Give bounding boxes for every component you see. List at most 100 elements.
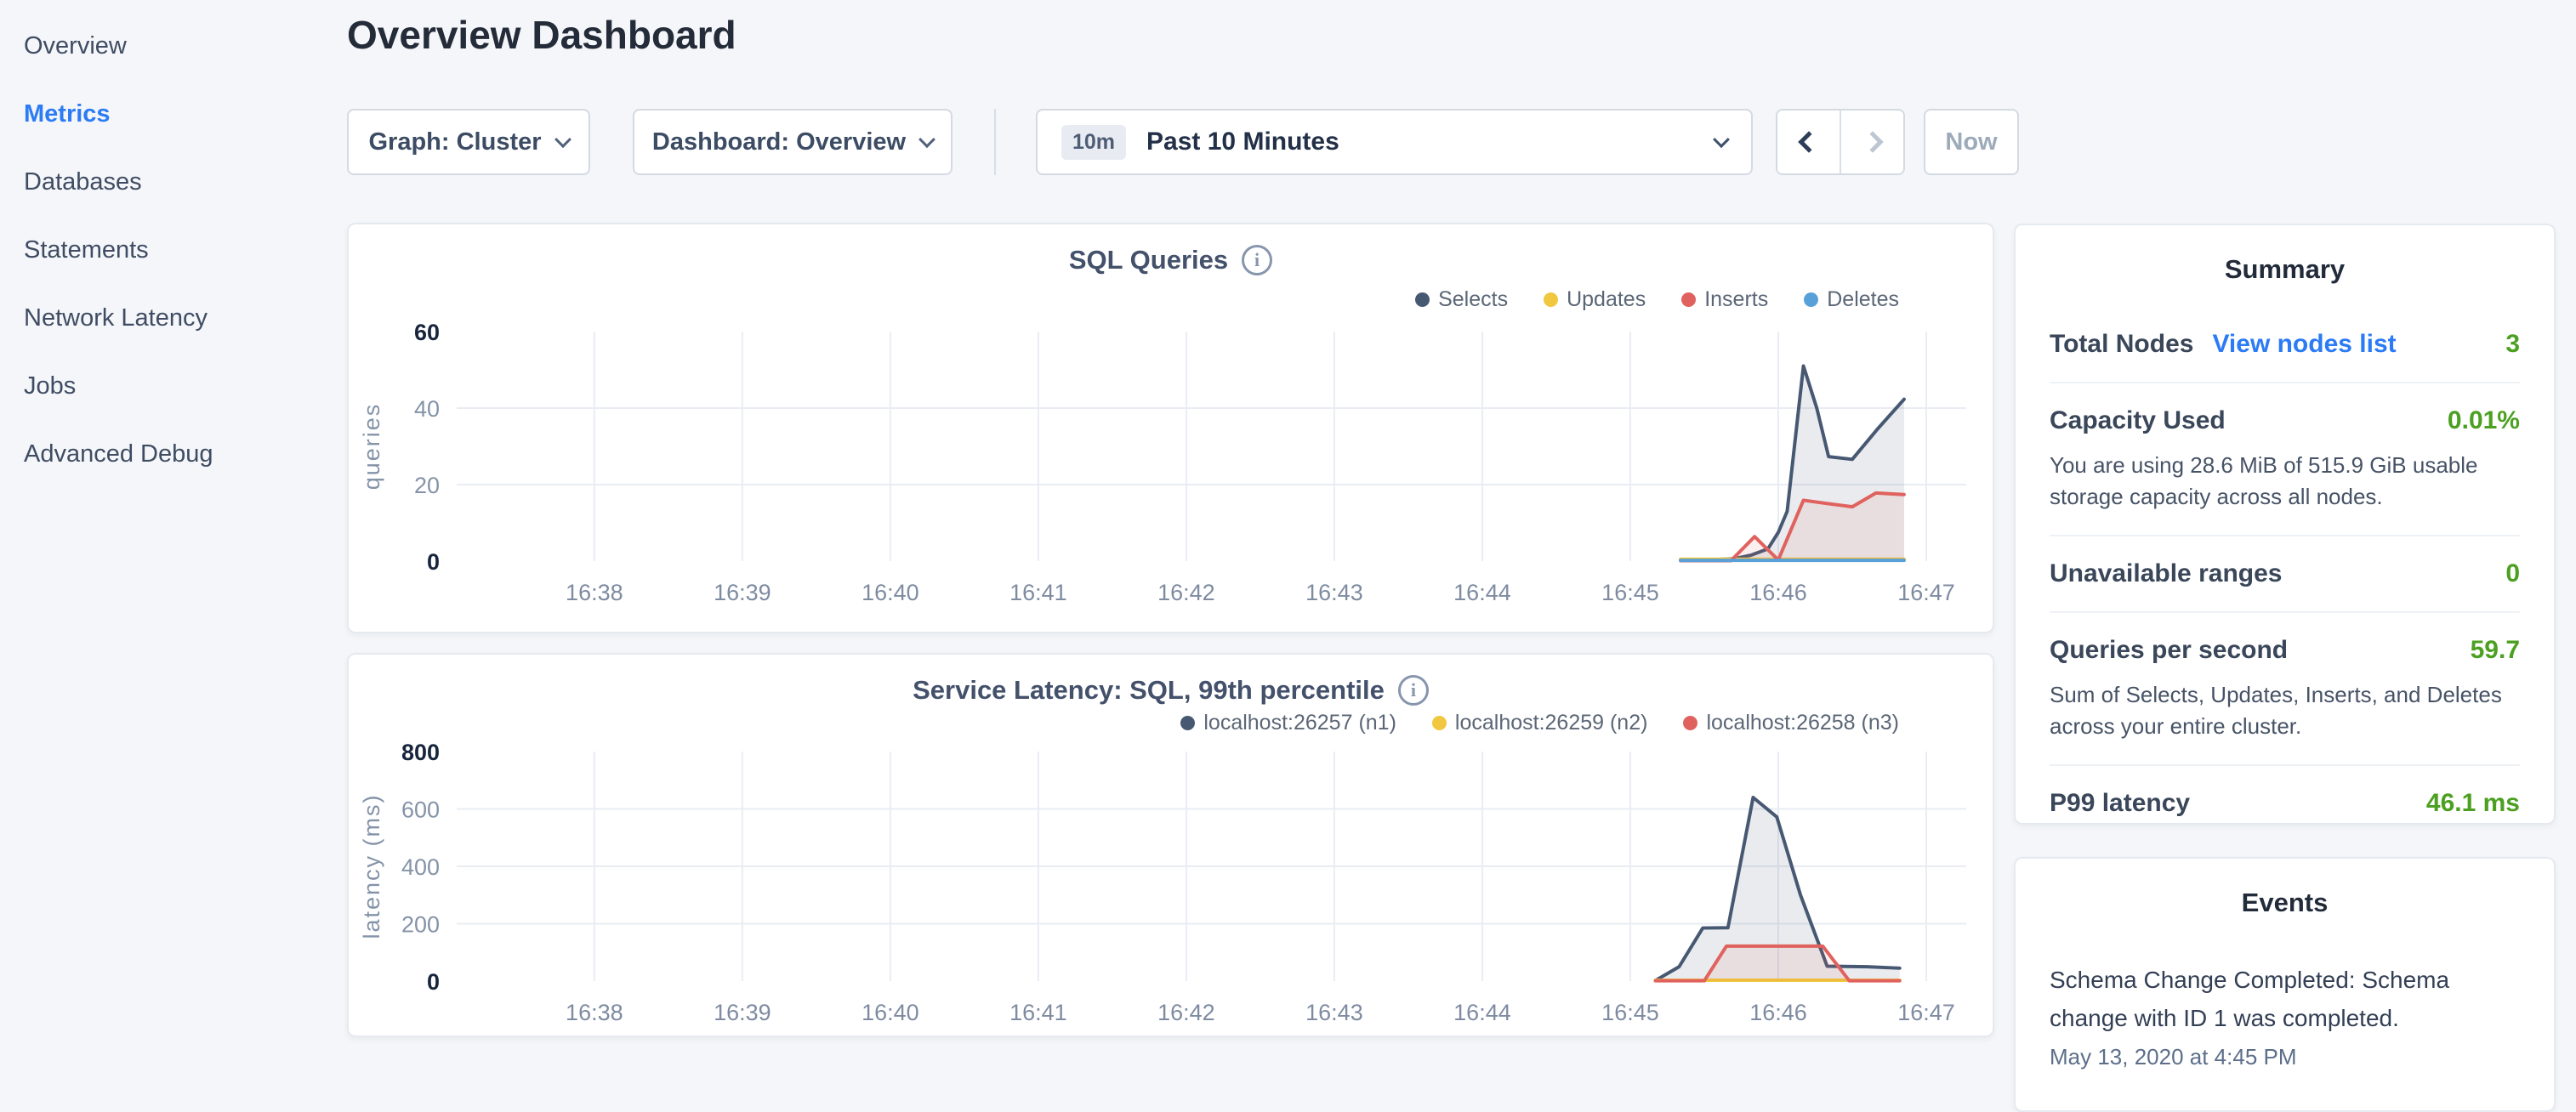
legend-item-selects[interactable]: Selects	[1415, 287, 1508, 312]
summary-row-qps: Queries per second 59.7	[2050, 613, 2520, 688]
summary-body: Total Nodes View nodes list 3 Capacity U…	[2016, 307, 2554, 825]
event-item[interactable]: Schema Change Completed: Schema change w…	[2016, 961, 2554, 1070]
svg-text:16:41: 16:41	[1009, 580, 1067, 605]
legend-item-localhost-26258-n3-[interactable]: localhost:26258 (n3)	[1683, 711, 1899, 735]
sidebar-nav: OverviewMetricsDatabasesStatementsNetwor…	[0, 12, 340, 488]
svg-text:queries: queries	[359, 403, 384, 491]
service-latency-card: Service Latency: SQL, 99th percentile i …	[347, 653, 1994, 1037]
toolbar-divider	[994, 109, 996, 175]
svg-text:16:43: 16:43	[1305, 1000, 1363, 1025]
chart-title: SQL Queries	[1069, 245, 1228, 275]
qps-description: Sum of Selects, Updates, Inserts, and De…	[2050, 679, 2520, 742]
info-icon[interactable]: i	[1242, 245, 1272, 275]
svg-text:200: 200	[401, 912, 440, 938]
sidebar-item-databases[interactable]: Databases	[0, 148, 340, 216]
capacity-description: You are using 28.6 MiB of 515.9 GiB usab…	[2050, 450, 2520, 513]
legend-dot-icon	[1180, 716, 1195, 730]
svg-text:60: 60	[414, 320, 440, 345]
summary-row-unavailable-ranges: Unavailable ranges 0	[2050, 536, 2520, 611]
dashboard-dropdown-label: Dashboard: Overview	[652, 128, 906, 156]
legend-label: localhost:26259 (n2)	[1455, 711, 1648, 735]
toolbar: Graph: Cluster Dashboard: Overview 10m P…	[347, 109, 2019, 175]
chevron-left-icon	[1798, 131, 1819, 152]
summary-row-total-nodes: Total Nodes View nodes list 3	[2050, 307, 2520, 382]
total-nodes-label: Total Nodes	[2050, 330, 2193, 359]
sidebar-item-advanced-debug[interactable]: Advanced Debug	[0, 420, 340, 488]
service-latency-legend: localhost:26257 (n1) localhost:26259 (n2)…	[1180, 711, 1899, 735]
legend-dot-icon	[1415, 292, 1430, 307]
svg-text:800: 800	[401, 740, 440, 765]
svg-text:16:41: 16:41	[1009, 1000, 1067, 1025]
sql-queries-legend: Selects Updates Inserts Deletes	[1415, 287, 1899, 312]
capacity-value: 0.01%	[2448, 406, 2520, 435]
legend-dot-icon	[1544, 292, 1558, 307]
chevron-right-icon	[1862, 131, 1883, 152]
svg-text:16:46: 16:46	[1749, 1000, 1807, 1025]
p99-latency-label: P99 latency	[2050, 789, 2190, 818]
svg-text:16:47: 16:47	[1897, 1000, 1955, 1025]
legend-item-deletes[interactable]: Deletes	[1804, 287, 1899, 312]
summary-row-p99: P99 latency 46.1 ms	[2050, 766, 2520, 825]
svg-text:16:45: 16:45	[1601, 1000, 1659, 1025]
summary-title: Summary	[2016, 225, 2554, 307]
svg-text:16:40: 16:40	[862, 580, 919, 605]
chart-title: Service Latency: SQL, 99th percentile	[913, 675, 1385, 706]
svg-text:16:44: 16:44	[1453, 1000, 1511, 1025]
sidebar-item-metrics[interactable]: Metrics	[0, 80, 340, 148]
sql-queries-card: SQL Queries i Selects Updates Inserts Delet…	[347, 223, 1994, 633]
sql-queries-title-row: SQL Queries i	[349, 245, 1993, 275]
svg-text:600: 600	[401, 797, 440, 823]
svg-text:16:42: 16:42	[1157, 580, 1215, 605]
legend-label: localhost:26258 (n3)	[1706, 711, 1899, 735]
legend-label: Updates	[1567, 287, 1646, 312]
svg-text:16:38: 16:38	[566, 580, 623, 605]
unavailable-ranges-label: Unavailable ranges	[2050, 559, 2282, 588]
svg-text:16:44: 16:44	[1453, 580, 1511, 605]
qps-label: Queries per second	[2050, 636, 2288, 665]
graph-dropdown[interactable]: Graph: Cluster	[347, 109, 590, 175]
view-nodes-link[interactable]: View nodes list	[2212, 330, 2396, 359]
event-timestamp: May 13, 2020 at 4:45 PM	[2050, 1044, 2520, 1070]
summary-row-capacity: Capacity Used 0.01%	[2050, 383, 2520, 458]
legend-dot-icon	[1432, 716, 1447, 730]
svg-text:16:38: 16:38	[566, 1000, 623, 1025]
legend-label: Deletes	[1827, 287, 1899, 312]
info-icon[interactable]: i	[1398, 675, 1429, 706]
sidebar-item-jobs[interactable]: Jobs	[0, 352, 340, 420]
time-window-badge: 10m	[1061, 125, 1126, 160]
legend-dot-icon	[1681, 292, 1696, 307]
time-window-dropdown[interactable]: 10m Past 10 Minutes	[1036, 109, 1753, 175]
summary-panel: Summary Total Nodes View nodes list 3 Ca…	[2014, 224, 2556, 825]
legend-item-localhost-26257-n1-[interactable]: localhost:26257 (n1)	[1180, 711, 1396, 735]
svg-text:16:46: 16:46	[1749, 580, 1807, 605]
now-button[interactable]: Now	[1924, 109, 2019, 175]
svg-text:16:40: 16:40	[862, 1000, 919, 1025]
capacity-label: Capacity Used	[2050, 406, 2226, 435]
sql-queries-plot[interactable]: 020406016:3816:3916:4016:4116:4216:4316:…	[349, 224, 1993, 632]
chevron-down-icon	[1713, 131, 1730, 148]
legend-label: Inserts	[1704, 287, 1768, 312]
svg-text:16:43: 16:43	[1305, 580, 1363, 605]
legend-item-updates[interactable]: Updates	[1544, 287, 1646, 312]
sidebar-item-network-latency[interactable]: Network Latency	[0, 284, 340, 352]
time-next-button[interactable]	[1840, 111, 1903, 173]
event-text: Schema Change Completed: Schema change w…	[2050, 961, 2520, 1037]
svg-text:16:39: 16:39	[714, 580, 771, 605]
legend-label: Selects	[1438, 287, 1508, 312]
svg-text:40: 40	[414, 396, 440, 422]
qps-value: 59.7	[2471, 636, 2520, 665]
chart-canvas: 020406016:3816:3916:4016:4116:4216:4316:…	[349, 224, 1996, 635]
unavailable-ranges-value: 0	[2505, 559, 2520, 588]
chevron-down-icon	[918, 131, 935, 148]
legend-dot-icon	[1804, 292, 1818, 307]
svg-text:16:42: 16:42	[1157, 1000, 1215, 1025]
chevron-down-icon	[554, 131, 571, 148]
time-prev-button[interactable]	[1777, 111, 1840, 173]
svg-text:0: 0	[427, 549, 440, 575]
legend-item-inserts[interactable]: Inserts	[1681, 287, 1768, 312]
legend-item-localhost-26259-n2-[interactable]: localhost:26259 (n2)	[1432, 711, 1648, 735]
sidebar-item-overview[interactable]: Overview	[0, 12, 340, 80]
dashboard-dropdown[interactable]: Dashboard: Overview	[633, 109, 952, 175]
legend-dot-icon	[1683, 716, 1697, 730]
sidebar-item-statements[interactable]: Statements	[0, 216, 340, 284]
